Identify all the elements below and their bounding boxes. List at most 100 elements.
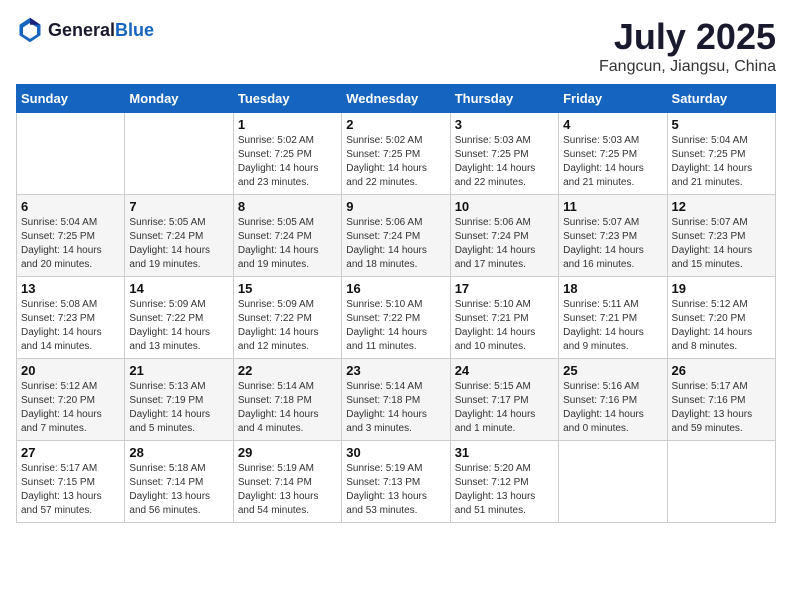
day-detail: Sunrise: 5:14 AM Sunset: 7:18 PM Dayligh… (238, 380, 337, 436)
day-number: 16 (346, 281, 445, 296)
day-number: 14 (129, 281, 228, 296)
calendar-cell: 16Sunrise: 5:10 AM Sunset: 7:22 PM Dayli… (342, 277, 450, 359)
weekday-header: Saturday (667, 85, 775, 113)
calendar-cell: 27 Sunrise: 5:17 AM Sunset: 7:15 PM Dayli… (17, 441, 125, 523)
calendar-cell: 1 Sunrise: 5:02 AM Sunset: 7:25 PM Daylig… (233, 113, 341, 195)
calendar-cell: 2Sunrise: 5:02 AM Sunset: 7:25 PM Daylig… (342, 113, 450, 195)
day-number: 28 (129, 445, 228, 460)
day-detail: Sunrise: 5:03 AM Sunset: 7:25 PM Dayligh… (455, 134, 554, 190)
day-number: 15 (238, 281, 337, 296)
month-title: July 2025 (599, 16, 776, 58)
calendar-cell: 28 Sunrise: 5:18 AM Sunset: 7:14 PM Dayli… (125, 441, 233, 523)
weekday-header: Thursday (450, 85, 558, 113)
day-detail: Sunrise: 5:13 AM Sunset: 7:19 PM Dayligh… (129, 380, 228, 436)
day-detail: Sunrise: 5:12 AM Sunset: 7:20 PM Dayligh… (672, 298, 771, 354)
calendar-cell: 10Sunrise: 5:06 AM Sunset: 7:24 PM Dayli… (450, 195, 558, 277)
day-number: 8 (238, 199, 337, 214)
calendar-cell: 11 Sunrise: 5:07 AM Sunset: 7:23 PM Dayli… (559, 195, 667, 277)
location-title: Fangcun, Jiangsu, China (599, 58, 776, 76)
calendar-cell: 12 Sunrise: 5:07 AM Sunset: 7:23 PM Dayli… (667, 195, 775, 277)
calendar-cell: 6 Sunrise: 5:04 AM Sunset: 7:25 PM Daylig… (17, 195, 125, 277)
calendar-cell (559, 441, 667, 523)
day-detail: Sunrise: 5:04 AM Sunset: 7:25 PM Dayligh… (21, 216, 120, 272)
day-number: 22 (238, 363, 337, 378)
calendar-cell: 30 Sunrise: 5:19 AM Sunset: 7:13 PM Dayli… (342, 441, 450, 523)
logo-blue: Blue (115, 20, 154, 40)
calendar-cell: 19 Sunrise: 5:12 AM Sunset: 7:20 PM Dayli… (667, 277, 775, 359)
day-detail: Sunrise: 5:03 AM Sunset: 7:25 PM Dayligh… (563, 134, 662, 190)
day-detail: Sunrise: 5:02 AM Sunset: 7:25 PM Dayligh… (238, 134, 337, 190)
weekday-header: Monday (125, 85, 233, 113)
day-number: 23 (346, 363, 445, 378)
day-detail: Sunrise: 5:17 AM Sunset: 7:16 PM Dayligh… (672, 380, 771, 436)
day-number: 26 (672, 363, 771, 378)
calendar-cell: 31Sunrise: 5:20 AM Sunset: 7:12 PM Dayli… (450, 441, 558, 523)
day-number: 12 (672, 199, 771, 214)
day-number: 24 (455, 363, 554, 378)
day-detail: Sunrise: 5:18 AM Sunset: 7:14 PM Dayligh… (129, 462, 228, 518)
day-number: 3 (455, 117, 554, 132)
calendar-cell (125, 113, 233, 195)
day-number: 31 (455, 445, 554, 460)
calendar-week-row: 27 Sunrise: 5:17 AM Sunset: 7:15 PM Dayli… (17, 441, 776, 523)
logo: GeneralBlue (16, 16, 154, 44)
calendar-week-row: 6 Sunrise: 5:04 AM Sunset: 7:25 PM Daylig… (17, 195, 776, 277)
calendar-cell (667, 441, 775, 523)
day-detail: Sunrise: 5:07 AM Sunset: 7:23 PM Dayligh… (672, 216, 771, 272)
calendar-cell: 8 Sunrise: 5:05 AM Sunset: 7:24 PM Daylig… (233, 195, 341, 277)
day-detail: Sunrise: 5:11 AM Sunset: 7:21 PM Dayligh… (563, 298, 662, 354)
title-block: July 2025 Fangcun, Jiangsu, China (599, 16, 776, 76)
day-detail: Sunrise: 5:17 AM Sunset: 7:15 PM Dayligh… (21, 462, 120, 518)
day-number: 19 (672, 281, 771, 296)
day-number: 25 (563, 363, 662, 378)
day-detail: Sunrise: 5:12 AM Sunset: 7:20 PM Dayligh… (21, 380, 120, 436)
day-detail: Sunrise: 5:15 AM Sunset: 7:17 PM Dayligh… (455, 380, 554, 436)
day-number: 30 (346, 445, 445, 460)
day-number: 27 (21, 445, 120, 460)
logo-icon (16, 16, 44, 44)
calendar-week-row: 1 Sunrise: 5:02 AM Sunset: 7:25 PM Daylig… (17, 113, 776, 195)
day-number: 9 (346, 199, 445, 214)
calendar-cell: 21 Sunrise: 5:13 AM Sunset: 7:19 PM Dayli… (125, 359, 233, 441)
day-number: 18 (563, 281, 662, 296)
calendar-cell: 4Sunrise: 5:03 AM Sunset: 7:25 PM Daylig… (559, 113, 667, 195)
calendar-cell: 29Sunrise: 5:19 AM Sunset: 7:14 PM Dayli… (233, 441, 341, 523)
day-number: 13 (21, 281, 120, 296)
calendar-cell: 26 Sunrise: 5:17 AM Sunset: 7:16 PM Dayli… (667, 359, 775, 441)
day-detail: Sunrise: 5:14 AM Sunset: 7:18 PM Dayligh… (346, 380, 445, 436)
day-detail: Sunrise: 5:19 AM Sunset: 7:13 PM Dayligh… (346, 462, 445, 518)
day-number: 1 (238, 117, 337, 132)
day-number: 6 (21, 199, 120, 214)
calendar-cell: 25 Sunrise: 5:16 AM Sunset: 7:16 PM Dayli… (559, 359, 667, 441)
calendar-cell: 23 Sunrise: 5:14 AM Sunset: 7:18 PM Dayli… (342, 359, 450, 441)
logo-general: General (48, 20, 115, 40)
calendar-cell: 22 Sunrise: 5:14 AM Sunset: 7:18 PM Dayli… (233, 359, 341, 441)
calendar-cell: 13 Sunrise: 5:08 AM Sunset: 7:23 PM Dayli… (17, 277, 125, 359)
calendar-cell: 17Sunrise: 5:10 AM Sunset: 7:21 PM Dayli… (450, 277, 558, 359)
calendar-cell: 18 Sunrise: 5:11 AM Sunset: 7:21 PM Dayli… (559, 277, 667, 359)
day-detail: Sunrise: 5:08 AM Sunset: 7:23 PM Dayligh… (21, 298, 120, 354)
day-detail: Sunrise: 5:09 AM Sunset: 7:22 PM Dayligh… (129, 298, 228, 354)
day-detail: Sunrise: 5:16 AM Sunset: 7:16 PM Dayligh… (563, 380, 662, 436)
calendar-cell: 9Sunrise: 5:06 AM Sunset: 7:24 PM Daylig… (342, 195, 450, 277)
day-number: 11 (563, 199, 662, 214)
day-detail: Sunrise: 5:07 AM Sunset: 7:23 PM Dayligh… (563, 216, 662, 272)
calendar-cell: 15Sunrise: 5:09 AM Sunset: 7:22 PM Dayli… (233, 277, 341, 359)
calendar-week-row: 20 Sunrise: 5:12 AM Sunset: 7:20 PM Dayli… (17, 359, 776, 441)
day-detail: Sunrise: 5:19 AM Sunset: 7:14 PM Dayligh… (238, 462, 337, 518)
calendar-week-row: 13 Sunrise: 5:08 AM Sunset: 7:23 PM Dayli… (17, 277, 776, 359)
day-number: 2 (346, 117, 445, 132)
day-number: 21 (129, 363, 228, 378)
day-detail: Sunrise: 5:05 AM Sunset: 7:24 PM Dayligh… (129, 216, 228, 272)
day-number: 7 (129, 199, 228, 214)
page-header: GeneralBlue July 2025 Fangcun, Jiangsu, … (16, 16, 776, 76)
day-detail: Sunrise: 5:06 AM Sunset: 7:24 PM Dayligh… (455, 216, 554, 272)
weekday-header: Friday (559, 85, 667, 113)
day-number: 20 (21, 363, 120, 378)
weekday-header: Tuesday (233, 85, 341, 113)
calendar-cell: 5Sunrise: 5:04 AM Sunset: 7:25 PM Daylig… (667, 113, 775, 195)
calendar-cell: 14 Sunrise: 5:09 AM Sunset: 7:22 PM Dayli… (125, 277, 233, 359)
day-number: 5 (672, 117, 771, 132)
day-detail: Sunrise: 5:05 AM Sunset: 7:24 PM Dayligh… (238, 216, 337, 272)
calendar-cell: 7 Sunrise: 5:05 AM Sunset: 7:24 PM Daylig… (125, 195, 233, 277)
